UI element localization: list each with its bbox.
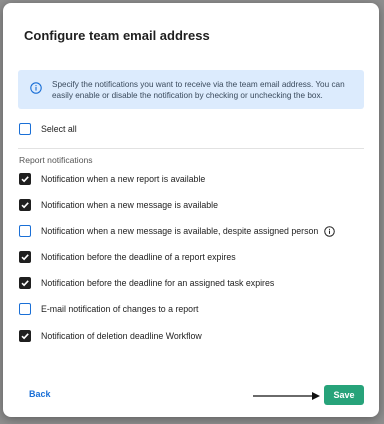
checkmark-icon (21, 254, 29, 261)
info-circle-icon[interactable] (324, 225, 336, 237)
notification-checkbox[interactable] (19, 199, 31, 211)
notification-row[interactable]: E-mail notification of changes to a repo… (19, 301, 198, 317)
notification-label: Notification before the deadline for an … (41, 278, 275, 288)
select-all-checkbox[interactable] (19, 123, 31, 135)
notification-label: E-mail notification of changes to a repo… (41, 304, 199, 314)
configure-email-dialog: Configure team email address Specify the… (3, 3, 379, 417)
info-banner: Specify the notifications you want to re… (18, 70, 364, 109)
select-all-row[interactable]: Select all (19, 121, 77, 137)
notification-row[interactable]: Notification of deletion deadline Workfl… (19, 328, 202, 344)
divider (18, 148, 364, 149)
save-button[interactable]: Save (324, 385, 364, 405)
arrow-right-icon (253, 392, 320, 400)
notification-label: Notification when a new message is avail… (41, 200, 219, 210)
notification-label: Notification of deletion deadline Workfl… (41, 331, 202, 341)
checkmark-icon (21, 176, 29, 183)
dialog-title: Configure team email address (24, 28, 210, 43)
checkmark-icon (21, 202, 29, 209)
notification-checkbox[interactable] (19, 251, 31, 263)
notification-label: Notification when a new report is availa… (41, 174, 206, 184)
section-title: Report notifications (19, 155, 93, 165)
notification-label: Notification before the deadline of a re… (41, 252, 236, 262)
notification-row[interactable]: Notification when a new message is avail… (19, 223, 336, 239)
info-banner-text: Specify the notifications you want to re… (52, 80, 345, 100)
backdrop-right-edge (380, 20, 384, 420)
notification-checkbox[interactable] (19, 330, 31, 342)
back-button[interactable]: Back (29, 389, 51, 399)
checkmark-icon (21, 333, 29, 340)
notification-label: Notification when a new message is avail… (41, 226, 319, 236)
notification-row[interactable]: Notification when a new message is avail… (19, 197, 218, 213)
notification-checkbox[interactable] (19, 225, 31, 237)
notification-row[interactable]: Notification before the deadline of a re… (19, 249, 236, 265)
info-circle-icon (30, 82, 42, 94)
notification-checkbox[interactable] (19, 173, 31, 185)
notification-checkbox[interactable] (19, 277, 31, 289)
select-all-label: Select all (41, 124, 77, 134)
notification-row[interactable]: Notification when a new report is availa… (19, 171, 205, 187)
notification-checkbox[interactable] (19, 303, 31, 315)
checkmark-icon (21, 280, 29, 287)
notification-row[interactable]: Notification before the deadline for an … (19, 275, 274, 291)
